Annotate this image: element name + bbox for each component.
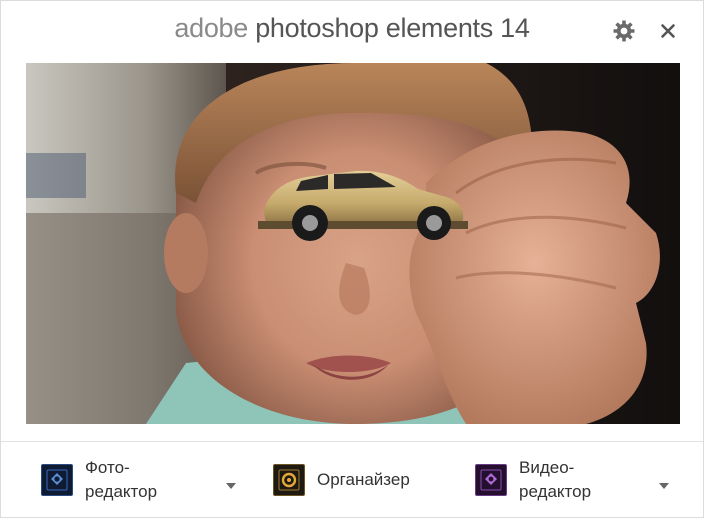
welcome-photo — [26, 63, 680, 424]
chevron-down-icon — [226, 483, 236, 489]
title-bar: adobe photoshop elements 14 — [1, 1, 703, 63]
video-editor-dropdown[interactable] — [658, 477, 670, 489]
app-title-brand: adobe — [174, 13, 248, 43]
video-editor-label-line1: Видео- — [519, 458, 575, 477]
organizer-launcher[interactable]: Органайзер — [273, 442, 410, 518]
photo-editor-launcher[interactable]: Фото- редактор — [41, 442, 157, 518]
photo-editor-label-line2: редактор — [85, 482, 158, 501]
photo-editor-dropdown[interactable] — [225, 477, 237, 489]
video-editor-launcher[interactable]: Видео- редактор — [475, 442, 591, 518]
welcome-window: adobe photoshop elements 14 Фото- редакт… — [0, 0, 704, 518]
video-editor-label: Видео- редактор — [519, 456, 591, 504]
video-editor-label-line2: редактор — [519, 482, 592, 501]
organizer-label-line1: Органайзер — [317, 470, 410, 489]
photo-editor-icon — [41, 464, 73, 496]
photo-boy-with-toy-car — [26, 63, 680, 424]
video-editor-icon — [475, 464, 507, 496]
settings-button[interactable] — [611, 18, 637, 44]
close-button[interactable] — [655, 18, 681, 44]
photo-editor-label: Фото- редактор — [85, 456, 157, 504]
launcher-bar: Фото- редактор Органайзер Видео- редакто… — [1, 441, 703, 517]
app-title-product: photoshop elements 14 — [255, 13, 530, 43]
organizer-label: Органайзер — [317, 468, 410, 492]
gear-icon — [613, 20, 635, 42]
close-icon — [661, 24, 675, 38]
app-title: adobe photoshop elements 14 — [1, 13, 703, 44]
chevron-down-icon — [659, 483, 669, 489]
organizer-icon — [273, 464, 305, 496]
photo-editor-label-line1: Фото- — [85, 458, 130, 477]
